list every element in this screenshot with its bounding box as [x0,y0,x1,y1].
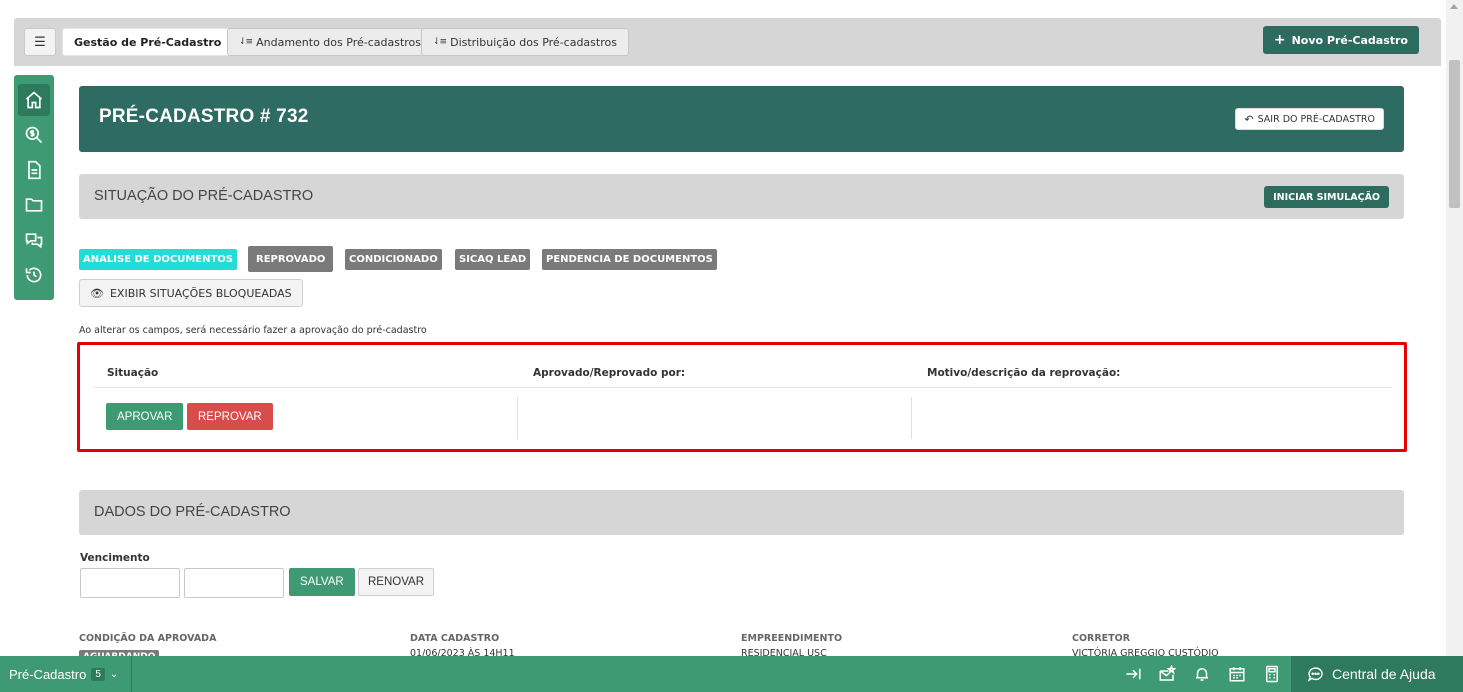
search-dollar-icon [25,126,43,144]
status-badge-sicaq-lead[interactable]: SICAQ LEAD [455,249,531,270]
sidebar-item-documents[interactable] [18,154,50,186]
new-button-label: Novo Pré-Cadastro [1291,33,1408,47]
calendar-icon [1229,667,1245,682]
situacao-section-header: SITUAÇÃO DO PRÉ-CADASTRO INICIAR SIMULAÇ… [79,174,1404,219]
bell-icon [1196,668,1208,681]
help-center-label: Central de Ajuda [1332,666,1436,682]
tab-label: Distribuição dos Pré-cadastros [450,35,617,49]
approval-panel: Situação Aprovado/Reprovado por: Motivo/… [77,342,1407,452]
vencimento-time-input[interactable] [184,568,284,598]
sort-icon: ⇃≡ [433,37,447,47]
calendar-button[interactable] [1227,664,1247,684]
calculator-button[interactable] [1262,664,1282,684]
arrow-to-right-icon [1126,668,1141,680]
show-blocked-label: EXIBIR SITUAÇÕES BLOQUEADAS [109,286,292,300]
section-title: DADOS DO PRÉ-CADASTRO [94,504,291,520]
reply-arrow-icon: ↶ [1244,112,1254,126]
sidebar-item-home[interactable] [18,84,50,116]
column-header-situacao: Situação [107,367,159,379]
status-badge-pendencia[interactable]: PENDENCIA DE DOCUMENTOS [542,249,717,270]
info-label: CORRETOR [1072,633,1131,644]
left-sidebar [14,75,54,300]
chat-help-icon [1307,666,1323,682]
tab-andamento-pre-cadastros[interactable]: ⇃≡ Andamento dos Pré-cadastros [227,28,434,56]
calculator-icon [1266,665,1278,683]
sidebar-item-history[interactable] [18,259,50,291]
bottom-taskbar: Pré-Cadastro 5 ⌄ Central de Ajuda [0,656,1463,692]
renew-button[interactable]: RENOVAR [358,568,435,596]
approval-notice: Ao alterar os campos, será necessário fa… [79,325,427,336]
help-center-button[interactable]: Central de Ajuda [1291,656,1463,692]
module-label: Pré-Cadastro [9,666,87,682]
chevron-down-icon: ⌄ [109,668,119,680]
tab-distribuicao-pre-cadastros[interactable]: ⇃≡ Distribuição dos Pré-cadastros [421,28,629,56]
tab-label: Andamento dos Pré-cadastros [256,35,422,49]
sidebar-item-search-finance[interactable] [18,119,50,151]
status-badge-reprovado[interactable]: REPROVADO [248,246,334,272]
reject-button[interactable]: REPROVAR [187,403,273,430]
eye-icon: 👁 [90,286,104,300]
collapse-panel-button[interactable] [1123,664,1143,684]
hamburger-menu-button[interactable]: ☰ [24,28,56,56]
section-title: SITUAÇÃO DO PRÉ-CADASTRO [94,188,314,204]
sort-icon: ⇃≡ [239,37,253,47]
scroll-up-arrow-icon[interactable] [1450,4,1458,9]
plus-icon: + [1273,32,1286,48]
column-header-aprovado-por: Aprovado/Reprovado por: [533,367,686,379]
home-icon [25,91,43,109]
module-switcher[interactable]: Pré-Cadastro 5 ⌄ [0,656,132,692]
exit-pre-cadastro-button[interactable]: ↶ SAIR DO PRÉ-CADASTRO [1235,108,1384,130]
document-icon [28,160,41,180]
vencimento-label: Vencimento [80,552,150,564]
module-count-badge: 5 [91,667,105,681]
sidebar-item-folders[interactable] [18,189,50,221]
hamburger-icon: ☰ [34,34,46,50]
vertical-scrollbar[interactable] [1446,0,1463,656]
exit-button-label: SAIR DO PRÉ-CADASTRO [1257,113,1375,125]
column-divider [911,397,912,439]
approve-button[interactable]: APROVAR [106,403,184,430]
vencimento-date-input[interactable] [80,568,180,598]
info-label: CONDIÇÃO DA APROVADA [79,633,217,644]
start-simulation-button[interactable]: INICIAR SIMULAÇÃO [1264,186,1389,208]
tab-label: Gestão de Pré-Cadastro [74,35,222,49]
info-label: EMPREENDIMENTO [741,633,843,644]
status-badge-analise[interactable]: ANALISE DE DOCUMENTOS [79,249,238,270]
mail-star-icon [1159,665,1176,681]
top-toolbar: ☰ Gestão de Pré-Cadastro ⇃≡ Andamento do… [14,18,1441,66]
chat-icon [25,233,43,249]
page-title: PRÉ-CADASTRO # 732 [99,106,309,127]
column-header-motivo: Motivo/descrição da reprovação: [927,367,1121,379]
scroll-thumb[interactable] [1449,60,1460,208]
history-icon [25,267,42,283]
status-badge-condicionado[interactable]: CONDICIONADO [345,249,442,270]
folder-icon [25,198,43,212]
dados-section-header: DADOS DO PRÉ-CADASTRO [79,490,1404,535]
sidebar-item-messages[interactable] [18,224,50,256]
mail-star-button[interactable] [1157,664,1177,684]
notifications-button[interactable] [1192,664,1212,684]
divider [94,387,1392,388]
tab-gestao-pre-cadastro[interactable]: Gestão de Pré-Cadastro [62,28,234,56]
page-header-banner: PRÉ-CADASTRO # 732 ↶ SAIR DO PRÉ-CADASTR… [79,86,1404,152]
save-button[interactable]: SALVAR [289,568,355,596]
info-label: DATA CADASTRO [410,633,500,644]
column-divider [517,397,518,439]
show-blocked-situations-button[interactable]: 👁 EXIBIR SITUAÇÕES BLOQUEADAS [79,279,303,307]
new-pre-cadastro-button[interactable]: + Novo Pré-Cadastro [1262,26,1419,54]
